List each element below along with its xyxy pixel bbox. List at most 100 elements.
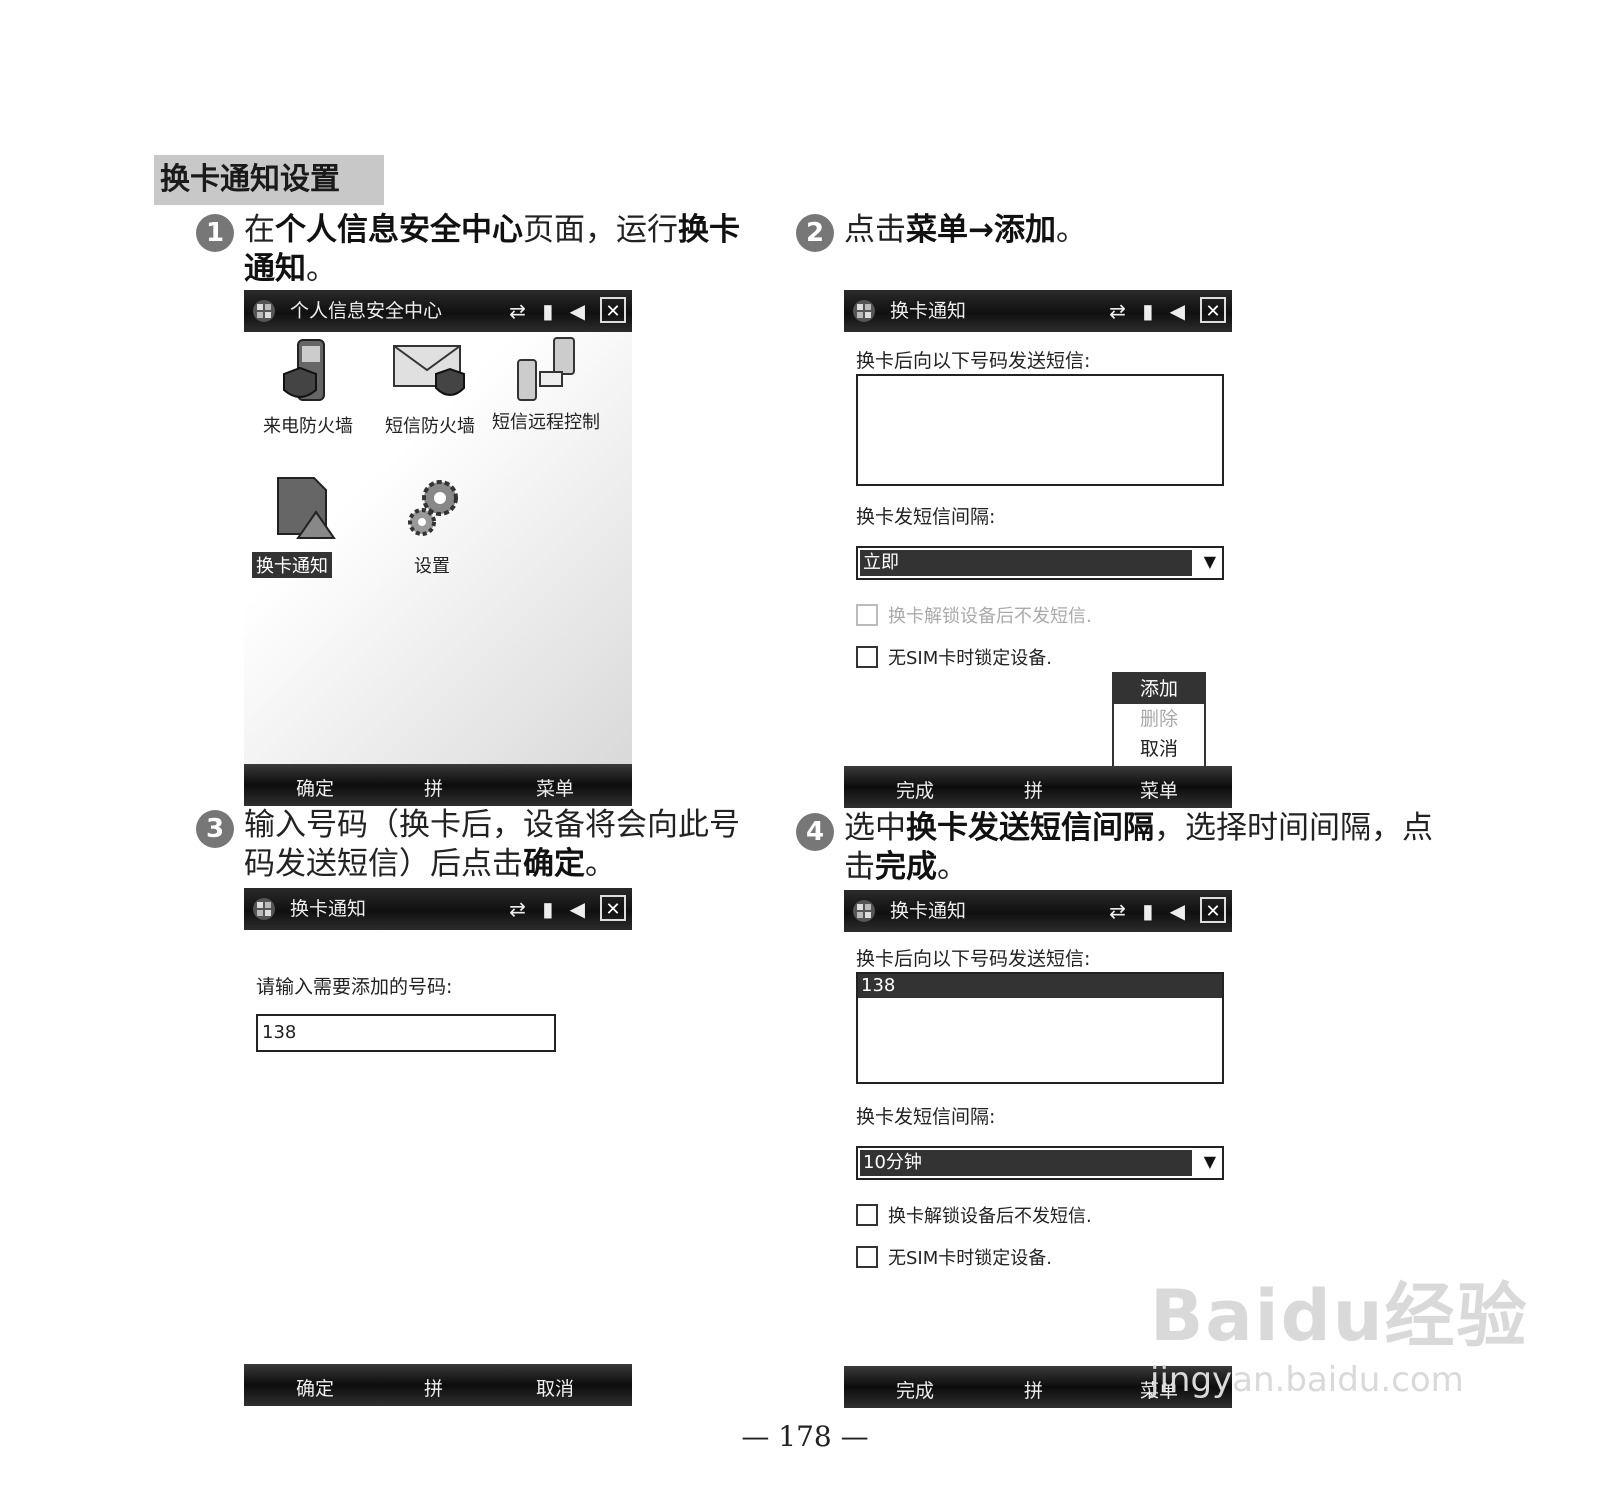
windows-start-icon[interactable] — [852, 899, 876, 923]
soft-key-bar: 确定 拼 菜单 — [244, 764, 632, 806]
softkey-input[interactable]: 拼 — [1024, 1376, 1043, 1403]
close-icon[interactable]: ✕ — [600, 297, 626, 323]
status-icons[interactable]: ⇄ ▮ ◀ — [509, 888, 590, 930]
number-input[interactable]: 138 — [256, 1014, 556, 1052]
number-list-item[interactable]: 138 — [858, 974, 1222, 998]
numbers-label: 换卡后向以下号码发送短信: — [856, 350, 1091, 372]
icon-label-sms-firewall[interactable]: 短信防火墙 — [372, 412, 488, 438]
step-text-run: 。 — [937, 849, 968, 885]
number-prompt: 请输入需要添加的号码: — [256, 976, 453, 998]
title-bar: 换卡通知 ⇄ ▮ ◀ ✕ — [844, 290, 1232, 332]
step-text-run: 。 — [585, 846, 616, 882]
soft-key-bar: 完成 拼 菜单 — [844, 766, 1232, 808]
step-text-run: 页面，运行 — [523, 212, 678, 248]
step-text-run: 添加 — [993, 212, 1056, 248]
no-sms-after-unlock-checkbox[interactable] — [856, 1204, 878, 1226]
interval-label: 换卡发短信间隔: — [856, 1106, 996, 1128]
interval-value: 立即 — [860, 550, 1192, 576]
numbers-label: 换卡后向以下号码发送短信: — [856, 948, 1091, 970]
status-icons[interactable]: ⇄ ▮ ◀ — [1109, 890, 1190, 932]
step-text-run: 菜单 — [906, 212, 968, 248]
simcard-warning-icon[interactable] — [276, 476, 340, 540]
status-icons[interactable]: ⇄ ▮ ◀ — [1109, 290, 1190, 332]
softkey-ok[interactable]: 确定 — [296, 1374, 334, 1401]
mail-shield-icon[interactable] — [392, 344, 468, 404]
step-number: 1 — [196, 214, 234, 252]
softkey-input[interactable]: 拼 — [424, 1374, 443, 1401]
no-sms-after-unlock-checkbox[interactable] — [856, 604, 878, 626]
interval-dropdown[interactable]: 10分钟 ▼ — [856, 1146, 1224, 1180]
number-input-value: 138 — [262, 1022, 297, 1043]
windows-start-icon[interactable] — [252, 897, 276, 921]
no-sms-after-unlock-label: 换卡解锁设备后不发短信. — [888, 606, 1092, 627]
softkey-cancel[interactable]: 取消 — [536, 1374, 574, 1401]
screenshot-card-notify-menu: 换卡通知 ⇄ ▮ ◀ ✕ 换卡后向以下号码发送短信: 换卡发短信间隔: 立即 ▼… — [844, 290, 1232, 808]
step-text-run: 换卡发送短信间隔 — [906, 810, 1154, 846]
soft-key-bar: 确定 拼 取消 — [244, 1364, 632, 1406]
interval-label: 换卡发短信间隔: — [856, 506, 996, 528]
menu-item-add[interactable]: 添加 — [1114, 674, 1204, 704]
step-text-run: 在 — [244, 212, 275, 248]
number-list[interactable] — [856, 374, 1224, 486]
windows-start-icon[interactable] — [252, 299, 276, 323]
step-text-run: 。 — [1055, 212, 1087, 248]
step-text-run: 确定 — [523, 846, 585, 882]
softkey-done[interactable]: 完成 — [896, 1376, 934, 1403]
softkey-input[interactable]: 拼 — [1024, 776, 1043, 803]
step-text: 在个人信息安全中心页面，运行换卡通知。 — [244, 211, 744, 289]
menu-item-delete[interactable]: 删除 — [1114, 704, 1204, 734]
softkey-done[interactable]: 完成 — [896, 776, 934, 803]
step-text-run: 选中 — [844, 810, 906, 846]
step-text: 输入号码（换卡后，设备将会向此号码发送短信）后点击确定。 — [244, 806, 764, 884]
menu-item-cancel[interactable]: 取消 — [1114, 734, 1204, 764]
close-icon[interactable]: ✕ — [600, 895, 626, 921]
title-bar: 个人信息安全中心 ⇄ ▮ ◀ ✕ — [244, 290, 632, 332]
lock-without-sim-checkbox[interactable] — [856, 1246, 878, 1268]
title-bar: 换卡通知 ⇄ ▮ ◀ ✕ — [844, 890, 1232, 932]
step-number: 2 — [796, 214, 834, 252]
title-bar: 换卡通知 ⇄ ▮ ◀ ✕ — [244, 888, 632, 930]
status-icons[interactable]: ⇄ ▮ ◀ — [509, 290, 590, 332]
step-text-run: 点击 — [844, 212, 906, 248]
icon-label-call-firewall[interactable]: 来电防火墙 — [250, 412, 366, 438]
icon-label-card-change-notify[interactable]: 换卡通知 — [252, 552, 332, 578]
section-title: 换卡通知设置 — [154, 155, 384, 205]
window-title: 换卡通知 — [290, 898, 367, 920]
page-number: — 178 — — [741, 1420, 869, 1453]
icon-label-remote-sms[interactable]: 短信远程控制 — [488, 412, 604, 434]
softkey-menu[interactable]: 菜单 — [536, 774, 574, 801]
screenshot-security-center: 个人信息安全中心 ⇄ ▮ ◀ ✕ 来电防火墙 短信防火墙 短信远程控制 换卡通知… — [244, 290, 632, 806]
step-number: 3 — [196, 810, 234, 848]
softkey-ok[interactable]: 确定 — [296, 774, 334, 801]
step-text-run: 完成 — [875, 849, 937, 885]
close-icon[interactable]: ✕ — [1200, 297, 1226, 323]
step-text-run: 个人信息安全中心 — [275, 212, 523, 248]
interval-dropdown[interactable]: 立即 ▼ — [856, 546, 1224, 580]
softkey-menu[interactable]: 菜单 — [1140, 776, 1178, 803]
chevron-down-icon[interactable]: ▼ — [1204, 552, 1216, 571]
gears-icon[interactable] — [404, 476, 464, 540]
step-text-run: 。 — [306, 251, 337, 287]
phone-shield-icon[interactable] — [280, 338, 336, 408]
icon-label-settings[interactable]: 设置 — [374, 552, 490, 578]
remote-sms-icon[interactable] — [514, 336, 584, 406]
screenshot-enter-number: 换卡通知 ⇄ ▮ ◀ ✕ 请输入需要添加的号码: 138 确定 拼 取消 — [244, 888, 632, 1406]
number-list[interactable]: 138 — [856, 972, 1224, 1084]
step-text-run: 输入号码（换卡后，设备将会向此号码发送短信）后点击 — [244, 807, 740, 882]
no-sms-after-unlock-label: 换卡解锁设备后不发短信. — [888, 1206, 1092, 1227]
step-number: 4 — [796, 813, 834, 851]
step-text: 点击菜单→添加。 — [844, 211, 1404, 250]
lock-without-sim-checkbox[interactable] — [856, 646, 878, 668]
lock-without-sim-label: 无SIM卡时锁定设备. — [888, 648, 1052, 669]
baidu-watermark-url: jingyan.baidu.com — [1150, 1360, 1464, 1400]
chevron-down-icon[interactable]: ▼ — [1204, 1152, 1216, 1171]
window-title: 个人信息安全中心 — [290, 300, 443, 322]
context-menu: 添加 删除 取消 — [1112, 672, 1206, 768]
close-icon[interactable]: ✕ — [1200, 897, 1226, 923]
softkey-input[interactable]: 拼 — [424, 774, 443, 801]
baidu-watermark: Baidu经验 — [1150, 1275, 1529, 1357]
windows-start-icon[interactable] — [852, 299, 876, 323]
window-title: 换卡通知 — [890, 300, 967, 322]
interval-value: 10分钟 — [860, 1150, 1192, 1176]
window-title: 换卡通知 — [890, 900, 967, 922]
